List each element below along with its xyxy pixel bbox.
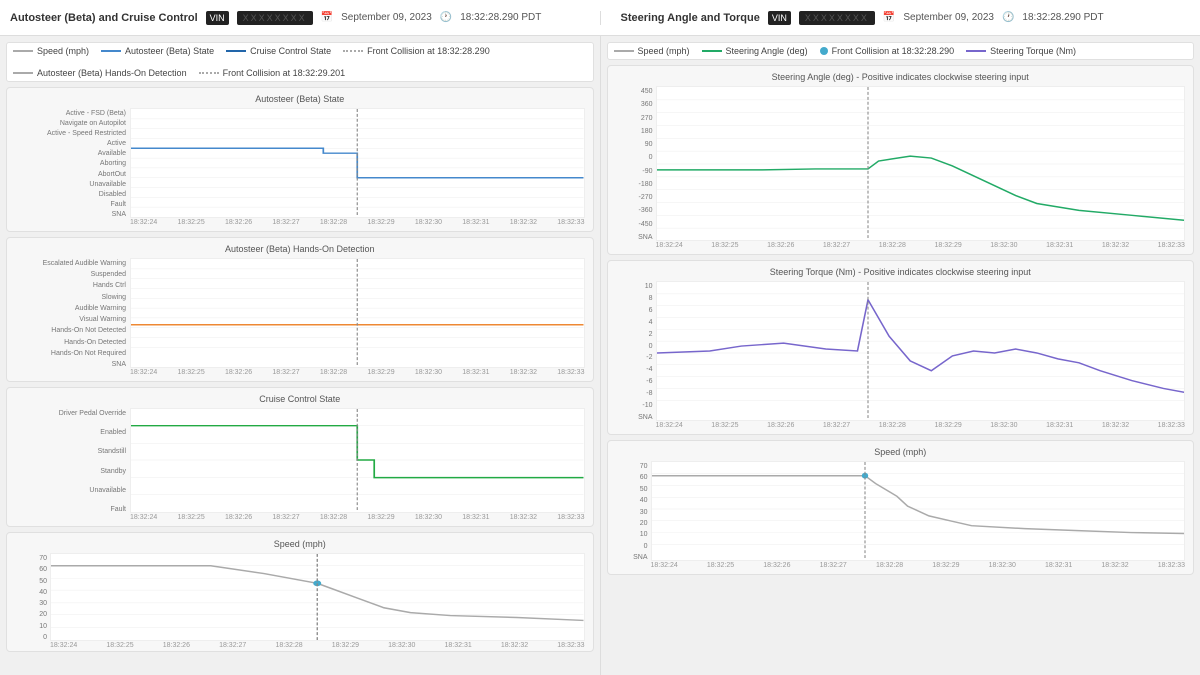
legend-front-collision-2: Front Collision at 18:32:29.201: [199, 68, 346, 78]
steering-angle-chart: Steering Angle (deg) - Positive indicate…: [607, 65, 1195, 255]
left-header: Autosteer (Beta) and Cruise Control VIN …: [10, 11, 580, 25]
r-legend-front-collision: Front Collision at 18:32:28.290: [820, 46, 955, 56]
left-speed-chart: Speed (mph) 70 60 50 40 30 20 10 0: [6, 532, 594, 652]
cruise-state-svg: [131, 409, 584, 512]
left-date-icon: 📅: [321, 12, 333, 23]
left-title: Autosteer (Beta) and Cruise Control: [10, 12, 198, 24]
left-legend: Speed (mph) Autosteer (Beta) State Cruis…: [6, 42, 594, 82]
steering-angle-svg: [657, 87, 1185, 240]
main-content: Speed (mph) Autosteer (Beta) State Cruis…: [0, 36, 1200, 675]
top-bar: Autosteer (Beta) and Cruise Control VIN …: [0, 0, 1200, 36]
hands-on-svg: [131, 259, 584, 367]
left-speed-svg: [51, 554, 584, 640]
left-time: 18:32:28.290 PDT: [460, 12, 541, 23]
right-vin-value: XXXXXXXX: [799, 11, 875, 25]
right-date-icon: 📅: [883, 12, 895, 23]
left-time-icon: 🕐: [440, 12, 452, 23]
hands-on-chart: Autosteer (Beta) Hands-On Detection Esca…: [6, 237, 594, 382]
hands-on-title: Autosteer (Beta) Hands-On Detection: [15, 244, 585, 254]
legend-hands-on: Autosteer (Beta) Hands-On Detection: [13, 68, 187, 78]
left-vin-label: VIN: [206, 11, 229, 25]
legend-cruise-state: Cruise Control State: [226, 46, 331, 56]
right-speed-svg: [652, 462, 1185, 560]
cruise-state-title: Cruise Control State: [15, 394, 585, 404]
right-vin-label: VIN: [768, 11, 791, 25]
right-title: Steering Angle and Torque: [621, 12, 760, 24]
left-vin-value: XXXXXXXX: [237, 11, 313, 25]
cruise-state-chart: Cruise Control State Driver Pedal Overri…: [6, 387, 594, 527]
legend-autosteer-state: Autosteer (Beta) State: [101, 46, 214, 56]
right-legend: Speed (mph) Steering Angle (deg) Front C…: [607, 42, 1195, 60]
r-legend-steering-torque: Steering Torque (Nm): [966, 46, 1076, 56]
right-panel: Speed (mph) Steering Angle (deg) Front C…: [601, 36, 1200, 675]
r-legend-speed: Speed (mph): [614, 46, 690, 56]
right-speed-chart: Speed (mph) 70 60 50 40 30 20 10 0 SNA: [607, 440, 1195, 575]
steering-torque-title: Steering Torque (Nm) - Positive indicate…: [616, 267, 1186, 277]
left-speed-title: Speed (mph): [15, 539, 585, 549]
right-speed-title: Speed (mph): [616, 447, 1186, 457]
r-legend-steering-angle: Steering Angle (deg): [702, 46, 808, 56]
left-date: September 09, 2023: [341, 12, 432, 23]
autosteer-state-svg: [131, 109, 584, 217]
legend-speed: Speed (mph): [13, 46, 89, 56]
legend-front-collision-1: Front Collision at 18:32:28.290: [343, 46, 490, 56]
left-panel: Speed (mph) Autosteer (Beta) State Cruis…: [0, 36, 601, 675]
right-header: Steering Angle and Torque VIN XXXXXXXX 📅…: [600, 11, 1191, 25]
right-time-icon: 🕐: [1002, 12, 1014, 23]
steering-torque-chart: Steering Torque (Nm) - Positive indicate…: [607, 260, 1195, 435]
steering-angle-title: Steering Angle (deg) - Positive indicate…: [616, 72, 1186, 82]
autosteer-state-title: Autosteer (Beta) State: [15, 94, 585, 104]
steering-torque-svg: [657, 282, 1185, 420]
autosteer-state-chart: Autosteer (Beta) State Active - FSD (Bet…: [6, 87, 594, 232]
right-date: September 09, 2023: [903, 12, 994, 23]
right-time: 18:32:28.290 PDT: [1022, 12, 1103, 23]
